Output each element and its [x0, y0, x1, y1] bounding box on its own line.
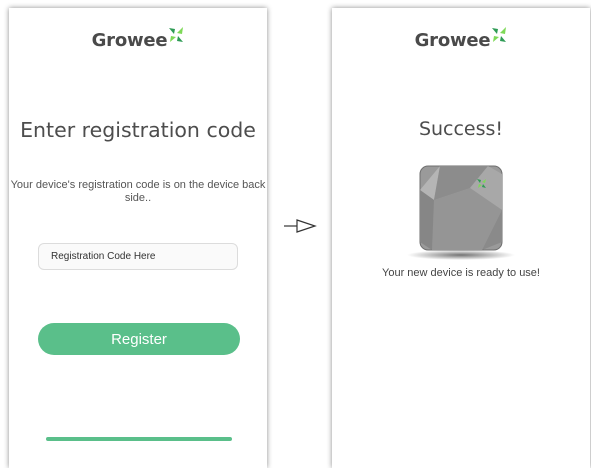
home-indicator-bar: [46, 437, 232, 441]
growee-leaf-logo-icon: [492, 27, 507, 42]
logo-text: Growee: [91, 30, 168, 51]
registration-screen: Growee Enter registration code Your devi…: [9, 8, 267, 468]
growee-logo: Growee: [332, 27, 590, 51]
growee-logo: Growee: [9, 27, 267, 51]
success-title: Success!: [418, 118, 504, 140]
success-message: Your new device is ready to use!: [382, 267, 540, 279]
registration-hint-text: Your device's registration code is on th…: [10, 179, 266, 204]
logo-text: Growee: [414, 30, 491, 51]
register-button[interactable]: Register: [38, 323, 240, 355]
registration-code-input[interactable]: [38, 243, 238, 270]
device-illustration: [407, 165, 515, 260]
page-title: Enter registration code: [20, 118, 256, 142]
arrow-right-icon: [284, 219, 317, 233]
success-screen: Growee Success! Your new device is ready…: [332, 8, 590, 468]
growee-leaf-logo-icon: [169, 27, 184, 42]
